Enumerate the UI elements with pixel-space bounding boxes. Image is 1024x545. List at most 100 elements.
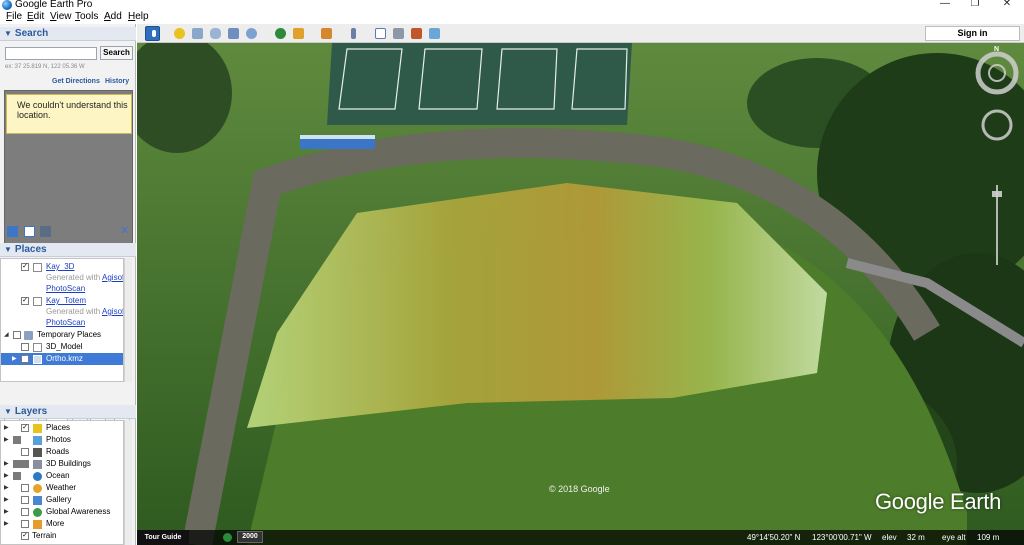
checkbox-unchecked[interactable]: [21, 343, 29, 351]
menu-view[interactable]: View: [50, 11, 72, 22]
tour-guide-button[interactable]: Tour Guide: [137, 530, 189, 545]
minimize-button[interactable]: —: [930, 0, 960, 9]
places-scrollbar[interactable]: [124, 258, 132, 382]
close-button[interactable]: ✕: [992, 0, 1022, 9]
get-directions-link[interactable]: Get Directions: [52, 78, 100, 85]
expand-arrow-icon[interactable]: ▶: [4, 473, 10, 479]
checkbox-checked[interactable]: ✓: [21, 532, 29, 540]
layer-gallery[interactable]: ▶ Gallery: [1, 494, 123, 506]
imagery-year[interactable]: 2000: [237, 531, 263, 543]
roads-layer-icon: [33, 448, 42, 457]
print-icon[interactable]: [391, 26, 406, 41]
expand-arrow-icon[interactable]: ▶: [4, 461, 10, 467]
checkbox-partial[interactable]: [13, 460, 21, 468]
layer-more[interactable]: ▶ More: [1, 518, 123, 530]
path-icon[interactable]: [208, 26, 223, 41]
layer-roads[interactable]: Roads: [1, 446, 123, 458]
record-tour-icon[interactable]: [244, 26, 259, 41]
places-mini-toolbar: ✕: [0, 224, 136, 240]
expand-arrow-icon[interactable]: ▶: [4, 497, 10, 503]
map-status-bar: Tour Guide 2000 49°14'50.20" N 123°00'00…: [137, 530, 1024, 545]
buildings-layer-icon: [33, 460, 42, 469]
placemark-icon[interactable]: [172, 26, 187, 41]
layer-ocean[interactable]: ▶ Ocean: [1, 470, 123, 482]
checkbox-unchecked[interactable]: [21, 484, 29, 492]
checkbox-unchecked[interactable]: [21, 448, 29, 456]
ruler-icon[interactable]: [346, 26, 361, 41]
checkbox-unchecked[interactable]: [21, 508, 29, 516]
layer-3d-buildings[interactable]: ▶ 3D Buildings: [1, 458, 123, 470]
place-kay-totem-link[interactable]: PhotoScan: [1, 317, 123, 329]
sunlight-icon[interactable]: [291, 26, 306, 41]
layers-tree: ▶ ✓ Places ▶ Photos Roads ▶ 3D Buildings…: [0, 420, 124, 545]
checkbox-unchecked[interactable]: [21, 520, 29, 528]
expand-arrow-icon[interactable]: ▶: [4, 521, 10, 527]
layers-panel-header[interactable]: ▼ Layers: [0, 405, 136, 419]
checkbox-unchecked[interactable]: [21, 496, 29, 504]
expand-arrow-icon[interactable]: ▶: [4, 485, 10, 491]
planets-icon[interactable]: [319, 26, 334, 41]
view-in-maps-icon[interactable]: [427, 26, 442, 41]
checkbox-partial[interactable]: [13, 472, 21, 480]
document-icon: [33, 297, 42, 306]
checkbox-checked[interactable]: ✓: [21, 297, 29, 305]
expand-arrow-icon[interactable]: ▶: [12, 356, 18, 362]
expand-arrow-icon[interactable]: ▶: [4, 425, 10, 431]
layer-places[interactable]: ▶ ✓ Places: [1, 422, 123, 434]
email-icon[interactable]: [373, 26, 388, 41]
menu-tools[interactable]: Tools: [75, 11, 98, 22]
search-panel-header[interactable]: ▼ Search: [0, 27, 136, 41]
checkbox-partial[interactable]: [21, 460, 29, 468]
collapse-triangle-icon[interactable]: ▼: [4, 29, 12, 38]
latitude-readout: 49°14'50.20" N: [747, 533, 801, 542]
checkbox-unchecked[interactable]: [13, 331, 21, 339]
collapse-triangle-icon[interactable]: ▼: [4, 407, 12, 416]
historical-imagery-clock-icon[interactable]: [223, 533, 232, 542]
layer-photos[interactable]: ▶ Photos: [1, 434, 123, 446]
menu-edit[interactable]: Edit: [27, 11, 44, 22]
checkbox-checked[interactable]: ✓: [21, 355, 29, 363]
save-image-icon[interactable]: [409, 26, 424, 41]
search-button[interactable]: Search: [100, 46, 133, 60]
gallery-layer-icon: [33, 496, 42, 505]
map-view[interactable]: N © 2018 Google Google Earth: [137, 43, 1024, 545]
places-panel-header[interactable]: ▼ Places: [0, 243, 136, 257]
place-3d-model[interactable]: 3D_Model: [1, 341, 123, 353]
checkbox-checked[interactable]: ✓: [21, 424, 29, 432]
layer-terrain[interactable]: ✓ Terrain: [1, 530, 123, 542]
checkbox-checked[interactable]: ✓: [21, 263, 29, 271]
menu-help[interactable]: Help: [128, 11, 149, 22]
navigation-controls[interactable]: [975, 45, 1019, 270]
image-overlay-icon[interactable]: [226, 26, 241, 41]
add-folder-icon[interactable]: [7, 226, 18, 237]
checkbox-partial[interactable]: [13, 436, 21, 444]
print-places-icon[interactable]: [40, 226, 51, 237]
overlay-icon: [33, 355, 42, 364]
restore-button[interactable]: ❐: [960, 0, 990, 9]
close-panel-icon[interactable]: ✕: [120, 226, 131, 237]
layers-scrollbar[interactable]: [124, 420, 132, 545]
title-bar: Google Earth Pro — ❐ ✕: [0, 0, 1024, 11]
place-ortho-kmz[interactable]: ▶ ✓ Ortho.kmz: [1, 353, 123, 365]
globe-layer-icon: [33, 508, 42, 517]
expand-arrow-icon[interactable]: ◢: [4, 332, 10, 338]
sidebar-toggle-icon[interactable]: [145, 26, 160, 41]
search-input[interactable]: [5, 47, 97, 60]
google-earth-logo: Google Earth: [875, 489, 1002, 514]
sign-in-button[interactable]: Sign in: [925, 26, 1020, 41]
add-placemark-icon[interactable]: [24, 226, 35, 237]
collapse-triangle-icon[interactable]: ▼: [4, 245, 12, 254]
place-kay-3d-link[interactable]: PhotoScan: [1, 283, 123, 295]
menu-bar: File Edit View Tools Add Help: [0, 11, 1024, 24]
historical-imagery-icon[interactable]: [273, 26, 288, 41]
menu-file[interactable]: File: [6, 11, 22, 22]
layer-weather[interactable]: ▶ Weather: [1, 482, 123, 494]
menu-add[interactable]: Add: [104, 11, 122, 22]
expand-arrow-icon[interactable]: ▶: [4, 437, 10, 443]
weather-layer-icon: [33, 484, 42, 493]
history-link[interactable]: History: [105, 78, 129, 85]
expand-arrow-icon[interactable]: ▶: [4, 509, 10, 515]
place-temporary-places[interactable]: ◢ Temporary Places: [1, 329, 123, 341]
polygon-icon[interactable]: [190, 26, 205, 41]
layer-global-awareness[interactable]: ▶ Global Awareness: [1, 506, 123, 518]
